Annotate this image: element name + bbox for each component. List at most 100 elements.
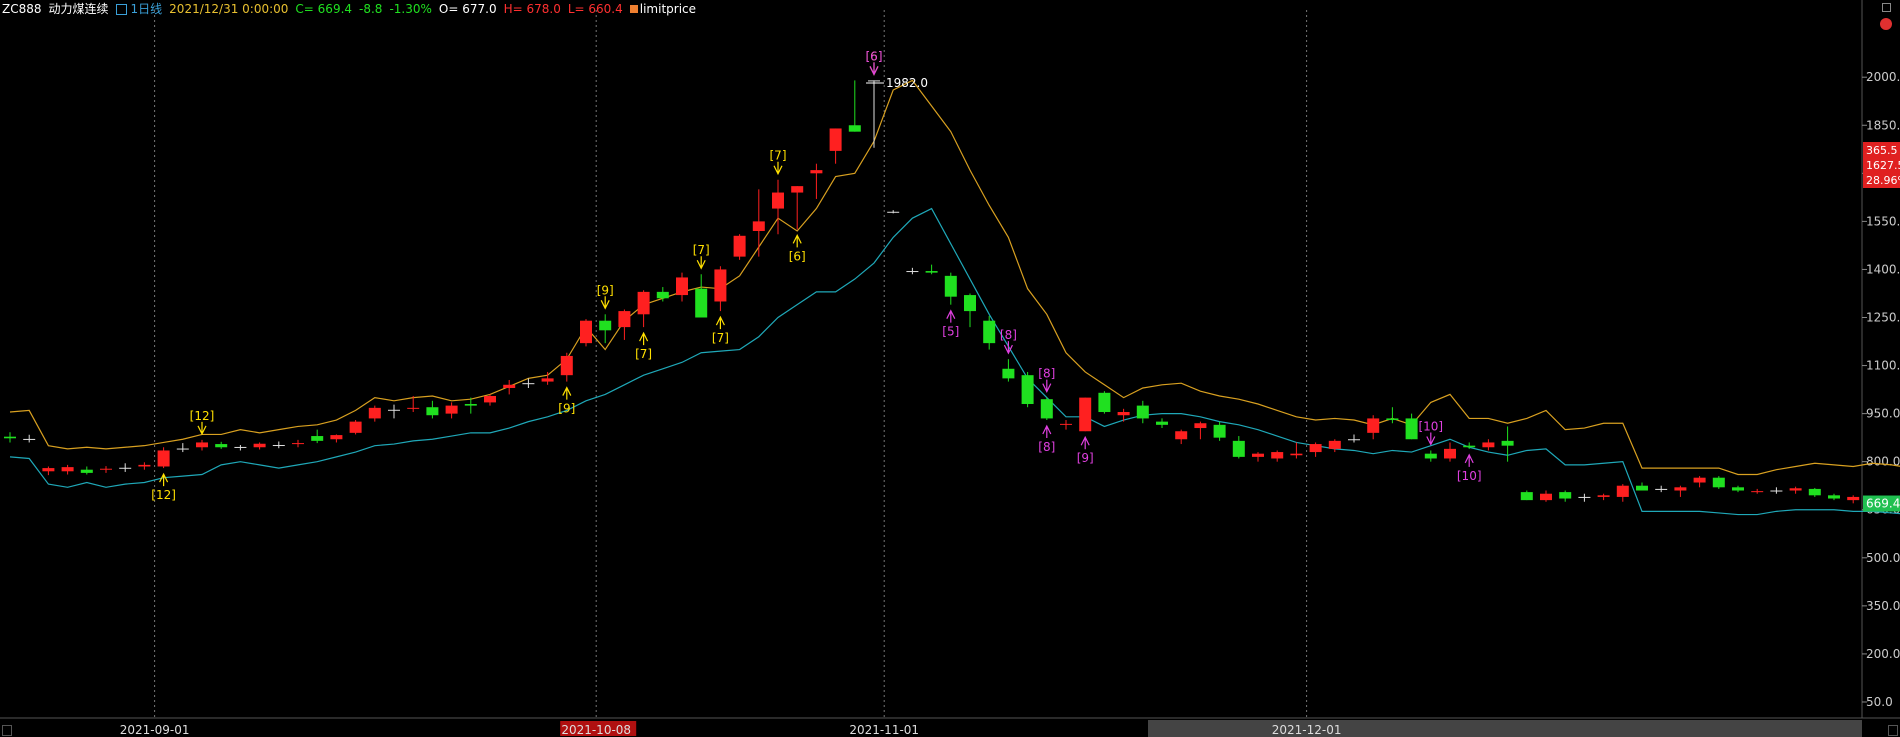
candle-body	[906, 271, 919, 273]
magenta-signal-label: [10]	[1418, 419, 1443, 433]
candle-body	[272, 445, 285, 447]
candle-body	[1290, 453, 1303, 456]
price-info-label: 28.96%	[1866, 174, 1900, 187]
candle-body	[234, 446, 247, 448]
candle-body	[1271, 452, 1284, 459]
candle	[1655, 485, 1668, 493]
candle-body	[580, 320, 592, 344]
candle-body	[695, 288, 708, 318]
candle-body	[311, 436, 324, 441]
candle	[1271, 450, 1284, 462]
candle	[541, 371, 554, 385]
candle	[138, 462, 151, 470]
candle-body	[1463, 445, 1476, 448]
candle-body	[1501, 440, 1514, 446]
candle-body	[1136, 405, 1149, 419]
candle-body	[138, 464, 151, 467]
candle	[599, 314, 612, 344]
candle-body	[733, 235, 746, 257]
candle-body	[944, 275, 957, 297]
candle	[1501, 426, 1514, 462]
y-tick-label: 800.0	[1866, 455, 1900, 469]
candle	[1770, 487, 1783, 494]
yellow-signal-label: [6]	[789, 249, 806, 263]
candle-body	[983, 320, 996, 344]
candle	[503, 379, 516, 395]
candle	[618, 309, 631, 340]
candle	[1117, 408, 1130, 422]
candle	[349, 420, 362, 435]
candle	[752, 189, 765, 257]
candle-body	[1636, 485, 1648, 491]
magenta-signal-label: [10]	[1457, 469, 1482, 483]
candle	[1290, 442, 1303, 459]
yellow-signal-label: [9]	[558, 402, 575, 416]
candle-body	[1789, 488, 1802, 491]
yellow-signal-arrow	[696, 256, 706, 270]
candle-body	[1309, 444, 1322, 453]
candle-body	[829, 128, 842, 151]
candle	[1616, 484, 1629, 502]
candle	[42, 466, 55, 476]
candle-body	[1386, 418, 1399, 421]
candle	[1597, 493, 1610, 501]
candle	[4, 432, 16, 443]
candle-body	[637, 291, 650, 315]
candle	[1386, 407, 1399, 424]
price-info-label: 365.5	[1866, 144, 1898, 157]
yellow-signal-arrow	[159, 472, 169, 487]
candle	[848, 80, 861, 132]
candle	[272, 441, 285, 449]
candle	[1482, 439, 1495, 451]
candlestick-chart[interactable]: 2000.01850.01700.01550.01400.01250.01100…	[0, 0, 1900, 737]
candle-body	[1693, 477, 1706, 483]
candle	[772, 179, 784, 235]
candle-body	[61, 467, 74, 472]
candle-body	[810, 170, 823, 174]
candle-body	[426, 407, 439, 416]
candle-body	[349, 421, 362, 433]
candle-body	[80, 469, 93, 473]
candle	[119, 463, 132, 472]
candle-body	[407, 407, 420, 409]
candle	[1828, 493, 1840, 501]
candle	[714, 266, 727, 312]
magenta-signal-label: [5]	[942, 325, 959, 339]
y-tick-label: 1250.0	[1866, 311, 1900, 325]
candle-body	[791, 186, 804, 193]
candle-body	[176, 448, 189, 450]
candle	[1232, 436, 1245, 459]
candle	[1520, 490, 1533, 501]
candle	[1693, 476, 1706, 488]
magenta-signal-arrow	[1042, 379, 1052, 393]
candle-body	[1156, 421, 1168, 425]
candle-body	[656, 291, 669, 299]
candle-body	[752, 221, 765, 231]
x-tick-label: 2021-10-08	[561, 723, 631, 737]
candle-body	[1328, 440, 1341, 449]
scrollbar-thumb[interactable]	[1148, 720, 1862, 737]
candle	[311, 429, 324, 444]
candle	[1348, 434, 1360, 443]
candle-body	[1847, 496, 1860, 501]
candle	[100, 466, 112, 473]
candle	[676, 272, 688, 302]
scroll-right-button[interactable]	[1888, 725, 1898, 736]
candle	[23, 434, 36, 443]
candle-body	[157, 450, 170, 467]
yellow-signal-label: [9]	[597, 283, 614, 297]
magenta-signal-label: [9]	[1077, 451, 1094, 465]
candle	[368, 405, 381, 422]
candle-body	[618, 311, 631, 328]
candle-body	[1117, 412, 1130, 416]
candle-body	[464, 404, 477, 406]
candle	[580, 319, 592, 347]
magenta-signal-arrow	[869, 62, 879, 76]
candle-body	[196, 442, 208, 448]
candle	[1040, 397, 1053, 421]
candle	[1444, 442, 1456, 462]
candle-body	[292, 443, 304, 445]
scroll-left-button[interactable]	[2, 725, 12, 736]
magenta-signal-label: [8]	[1038, 440, 1055, 454]
magenta-signal-arrow	[946, 309, 956, 323]
